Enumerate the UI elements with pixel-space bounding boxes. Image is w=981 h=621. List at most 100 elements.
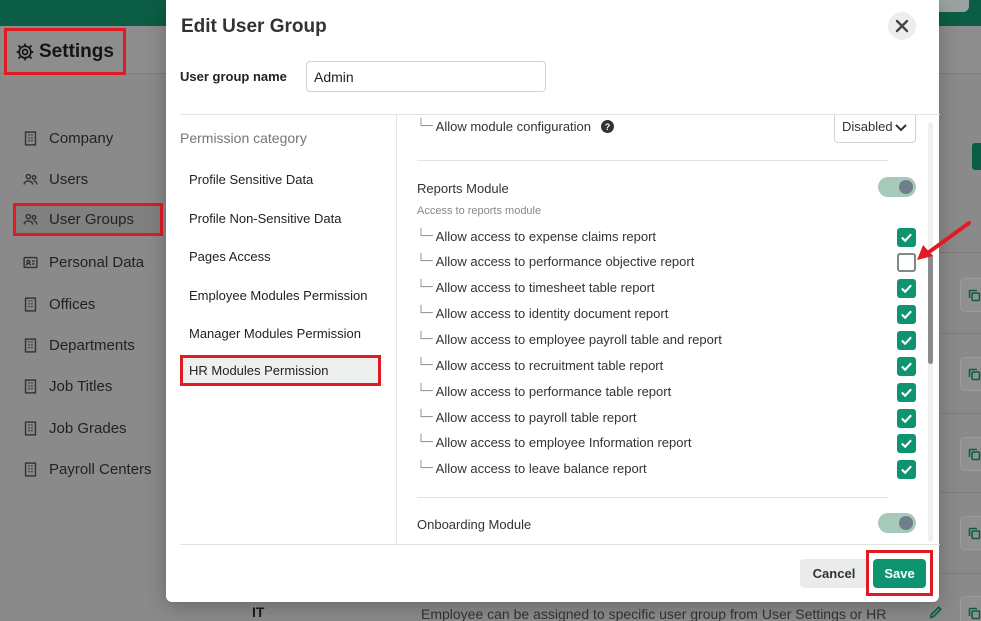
sidebar-item-company[interactable]: Company [22, 126, 113, 150]
settings-title: Settings [4, 28, 126, 75]
sidebar-item-label: Personal Data [49, 253, 145, 271]
permission-checkbox[interactable] [897, 434, 916, 453]
edit-icon[interactable] [928, 604, 944, 620]
close-button[interactable] [888, 12, 916, 40]
copy-button[interactable] [960, 516, 981, 550]
permission-row: └─ Allow access to identity document repo… [417, 306, 668, 321]
settings-title-text: Settings [39, 40, 114, 62]
permission-label: Allow access to performance objective re… [435, 254, 695, 269]
tree-connector: └─ [417, 254, 433, 269]
sidebar-item-job-grades[interactable]: Job Grades [22, 416, 127, 440]
permission-label: Allow access to leave balance report [435, 461, 647, 476]
sidebar-item-label: Job Titles [49, 377, 113, 395]
building-icon [24, 378, 37, 394]
gear-icon [16, 43, 34, 60]
edit-user-group-modal: Edit User Group User group name Permissi… [166, 0, 940, 602]
copy-button[interactable] [960, 437, 981, 471]
category-pages-access[interactable]: Pages Access [189, 249, 271, 264]
sidebar-item-label: Payroll Centers [49, 460, 152, 478]
check-icon [901, 465, 912, 475]
permission-label: Allow access to performance table report [435, 384, 672, 399]
check-icon [901, 388, 912, 398]
module-config-select[interactable]: Disabled [834, 115, 916, 143]
permission-checkbox[interactable] [897, 383, 916, 402]
permission-checkbox[interactable] [897, 460, 916, 479]
permission-checkbox[interactable] [897, 305, 916, 324]
permission-label: Allow access to recruitment table report [435, 358, 664, 373]
tree-connector: └─ [417, 332, 433, 347]
save-button[interactable]: Save [873, 558, 926, 588]
close-icon [895, 19, 909, 33]
sidebar-item-users[interactable]: Users [22, 167, 88, 191]
sidebar-item-job-titles[interactable]: Job Titles [22, 374, 112, 398]
check-icon [901, 362, 912, 372]
copy-icon [968, 607, 980, 619]
category-profile-sensitive-data[interactable]: Profile Sensitive Data [189, 172, 313, 187]
reports-module-title: Reports Module [417, 181, 509, 196]
check-icon [901, 310, 912, 320]
sidebar-item-user-groups[interactable]: User Groups [13, 203, 163, 236]
check-icon [901, 414, 912, 424]
group-name-label: User group name [180, 69, 287, 84]
tree-connector: └─ [417, 280, 433, 295]
category-manager-modules-permission[interactable]: Manager Modules Permission [189, 326, 361, 341]
divider [180, 544, 940, 545]
tree-connector: └─ [417, 435, 433, 450]
building-icon [24, 420, 37, 436]
tree-connector: └─ [417, 384, 433, 399]
scrollbar-thumb[interactable] [928, 254, 933, 364]
category-employee-modules-permission[interactable]: Employee Modules Permission [189, 288, 367, 303]
onboarding-module-toggle[interactable] [878, 513, 916, 533]
modal-title: Edit User Group [181, 16, 327, 37]
permission-label: Allow access to employee Information rep… [435, 435, 692, 450]
toggle-knob [899, 180, 913, 194]
check-icon [901, 439, 912, 449]
copy-icon [968, 527, 980, 539]
scrollbar[interactable] [928, 122, 933, 542]
sidebar-item-offices[interactable]: Offices [22, 292, 95, 316]
tree-connector: └─ [417, 229, 433, 244]
copy-button[interactable] [960, 357, 981, 391]
sidebar-item-label: Departments [49, 336, 135, 354]
sidebar-item-label: Job Grades [49, 419, 127, 437]
permission-checkbox[interactable] [897, 331, 916, 350]
cancel-button[interactable]: Cancel [800, 559, 868, 588]
permission-row: └─ Allow access to employee Information r… [417, 435, 691, 450]
add-group-button[interactable] [972, 143, 981, 170]
toggle-knob [899, 516, 913, 530]
sidebar-item-personal-data[interactable]: Personal Data [22, 250, 144, 274]
sidebar-item-label: Offices [49, 295, 96, 313]
group-description-cell: Employee can be assigned to specific use… [421, 606, 887, 621]
permission-checkbox[interactable] [897, 357, 916, 376]
reports-module-subtitle: Access to reports module [417, 205, 542, 217]
reports-module-toggle[interactable] [878, 177, 916, 197]
permission-label: Allow access to employee payroll table a… [435, 332, 722, 347]
tree-connector: └─ [417, 410, 433, 425]
category-hr-modules-permission[interactable]: HR Modules Permission [180, 355, 381, 386]
group-name-input[interactable] [306, 61, 546, 92]
help-icon[interactable]: ? [601, 120, 615, 133]
group-name-cell: IT [252, 604, 265, 620]
copy-button[interactable] [960, 278, 981, 312]
row-divider [940, 333, 981, 334]
row-divider [940, 573, 981, 574]
id-card-icon [23, 256, 38, 268]
permission-row: └─ Allow access to expense claims report [417, 229, 656, 244]
copy-icon [968, 368, 980, 380]
users-icon [23, 213, 38, 225]
permission-checkbox[interactable] [897, 279, 916, 298]
permission-checkbox[interactable] [897, 409, 916, 428]
tree-connector: └─ [417, 358, 433, 373]
module-config-row: └─ Allow module configuration ? [417, 119, 615, 134]
save-highlight: Save [866, 550, 933, 596]
row-divider [940, 413, 981, 414]
chevron-down-icon [895, 123, 907, 131]
permission-row: └─ Allow access to recruitment table repo… [417, 358, 663, 373]
category-profile-non-sensitive-data[interactable]: Profile Non-Sensitive Data [189, 211, 341, 226]
copy-button[interactable] [960, 596, 981, 621]
sidebar-item-payroll-centers[interactable]: Payroll Centers [22, 457, 152, 481]
tree-connector: └─ [417, 306, 433, 321]
sidebar-item-departments[interactable]: Departments [22, 333, 135, 357]
users-icon [23, 173, 38, 185]
check-icon [901, 336, 912, 346]
